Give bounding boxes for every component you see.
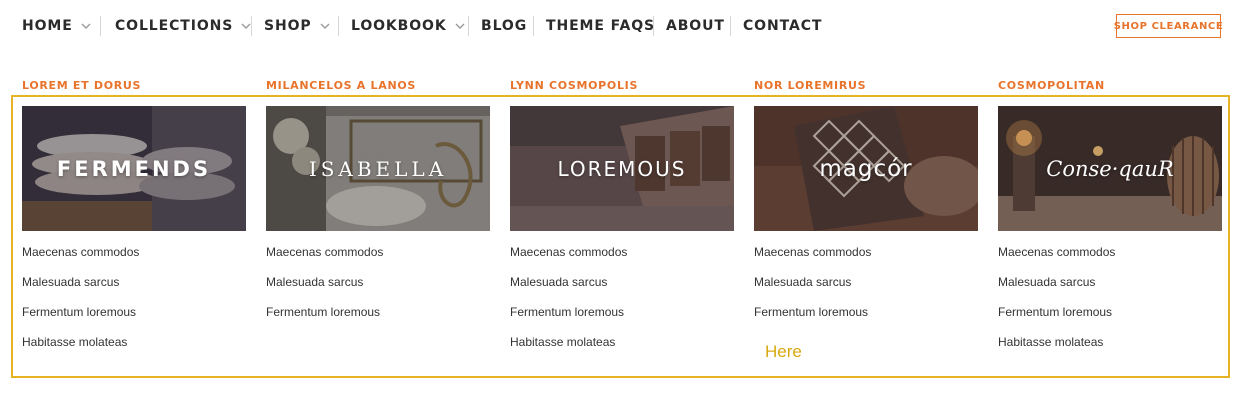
nav-divider (338, 16, 339, 36)
menu-link[interactable]: Malesuada sarcus (266, 275, 383, 305)
nav-home[interactable]: HOME (22, 16, 91, 36)
chevron-down-icon (241, 23, 251, 29)
menu-link[interactable]: Maecenas commodos (754, 245, 871, 275)
menu-link[interactable]: Malesuada sarcus (754, 275, 871, 305)
nav-contact-label: CONTACT (743, 18, 823, 34)
menu-link[interactable]: Habitasse molateas (510, 335, 627, 365)
column-link-list: Maecenas commodos Malesuada sarcus Ferme… (754, 245, 871, 335)
nav-home-label: HOME (22, 18, 73, 34)
menu-link[interactable]: Fermentum loremous (754, 305, 871, 335)
menu-link[interactable]: Maecenas commodos (998, 245, 1115, 275)
collections-mega-menu: LOREM ET DORUS FERMENDS Maecenas commodo… (0, 70, 1237, 390)
main-navigation: HOME COLLECTIONS SHOP LOOKBOOK BLOG THEM… (0, 0, 1237, 52)
nav-divider (533, 16, 534, 36)
menu-link[interactable]: Habitasse molateas (998, 335, 1115, 365)
nav-lookbook[interactable]: LOOKBOOK (351, 16, 465, 36)
banner-logo-text: FERMENDS (56, 156, 212, 181)
collection-banner-image[interactable]: Conse·qauR (998, 106, 1222, 231)
shop-clearance-button[interactable]: SHOP CLEARANCE (1114, 14, 1223, 38)
banner-logo-text: ISABELLA (308, 156, 448, 181)
chevron-down-icon (455, 23, 465, 29)
nav-divider (730, 16, 731, 36)
column-title[interactable]: MILANCELOS A LANOS (266, 79, 416, 92)
menu-link[interactable]: Fermentum loremous (510, 305, 627, 335)
nav-blog-label: BLOG (481, 18, 528, 34)
menu-link[interactable]: Fermentum loremous (266, 305, 383, 335)
menu-link[interactable]: Maecenas commodos (22, 245, 139, 275)
nav-about-label: ABOUT (666, 18, 725, 34)
nav-shop-label: SHOP (264, 18, 312, 34)
menu-link[interactable]: Maecenas commodos (510, 245, 627, 275)
column-title[interactable]: LOREM ET DORUS (22, 79, 141, 92)
column-link-list: Maecenas commodos Malesuada sarcus Ferme… (998, 245, 1115, 365)
menu-link[interactable]: Malesuada sarcus (22, 275, 139, 305)
nav-divider (100, 16, 101, 36)
nav-theme-faqs[interactable]: THEME FAQS (546, 16, 655, 36)
collection-banner-image[interactable]: ISABELLA (266, 106, 490, 231)
column-link-list: Maecenas commodos Malesuada sarcus Ferme… (266, 245, 383, 335)
nav-lookbook-label: LOOKBOOK (351, 18, 447, 34)
column-title[interactable]: LYNN COSMOPOLIS (510, 79, 638, 92)
nav-divider (468, 16, 469, 36)
nav-divider (653, 16, 654, 36)
nav-collections-label: COLLECTIONS (115, 18, 234, 34)
menu-link[interactable]: Habitasse molateas (22, 335, 139, 365)
collection-banner-image[interactable]: LOREMOUS (510, 106, 734, 231)
annotation-label: Here (765, 342, 802, 361)
nav-contact[interactable]: CONTACT (743, 16, 822, 36)
column-link-list: Maecenas commodos Malesuada sarcus Ferme… (22, 245, 139, 365)
menu-link[interactable]: Fermentum loremous (998, 305, 1115, 335)
chevron-down-icon (320, 23, 330, 29)
nav-theme-faqs-label: THEME FAQS (546, 18, 655, 34)
nav-blog[interactable]: BLOG (481, 16, 527, 36)
nav-shop[interactable]: SHOP (264, 16, 330, 36)
collection-banner-image[interactable]: magcór (754, 106, 978, 231)
collection-banner-image[interactable]: FERMENDS (22, 106, 246, 231)
column-link-list: Maecenas commodos Malesuada sarcus Ferme… (510, 245, 627, 365)
banner-logo-text: Conse·qauR (1046, 156, 1174, 181)
banner-logo-text: magcór (819, 155, 913, 182)
menu-link[interactable]: Malesuada sarcus (510, 275, 627, 305)
menu-link[interactable]: Fermentum loremous (22, 305, 139, 335)
menu-link[interactable]: Maecenas commodos (266, 245, 383, 275)
banner-logo-text: LOREMOUS (557, 156, 687, 181)
column-title[interactable]: COSMOPOLITAN (998, 79, 1105, 92)
nav-collections[interactable]: COLLECTIONS (115, 16, 251, 36)
column-title[interactable]: NOR LOREMIRUS (754, 79, 866, 92)
menu-link[interactable]: Malesuada sarcus (998, 275, 1115, 305)
chevron-down-icon (81, 23, 91, 29)
nav-divider (251, 16, 252, 36)
nav-about[interactable]: ABOUT (666, 16, 725, 36)
